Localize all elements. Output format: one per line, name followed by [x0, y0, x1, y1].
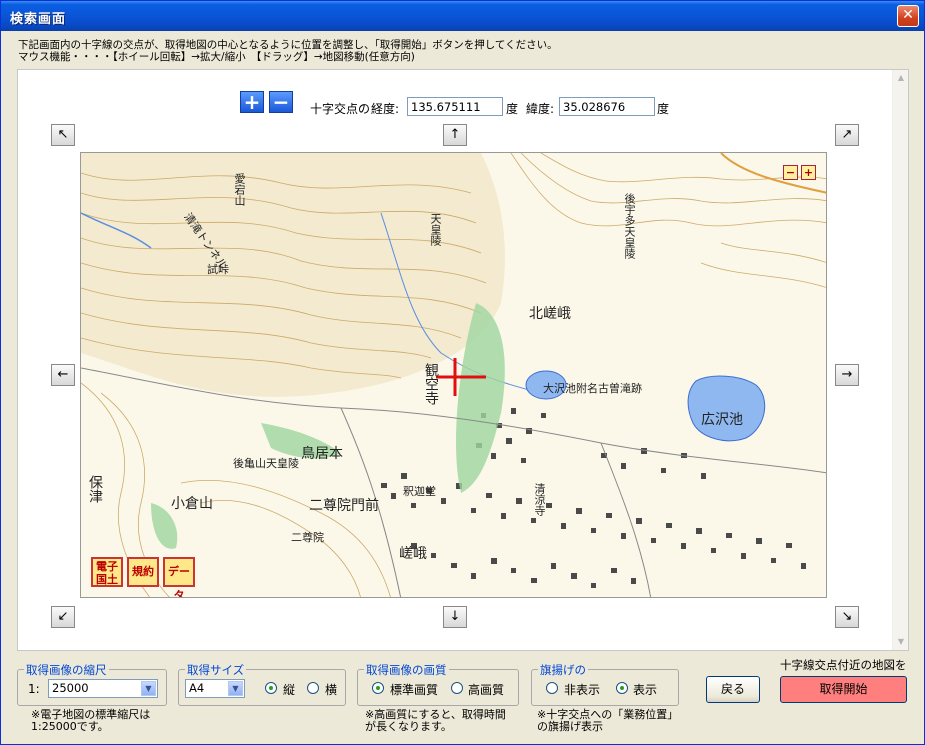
map-label: 二尊院門前 [309, 498, 379, 514]
start-caption: 十字線交点付近の地図を [780, 658, 907, 672]
map-label: 鳥居本 [301, 446, 343, 462]
chevron-down-icon[interactable]: ▼ [228, 681, 243, 696]
portrait-label: 縦 [283, 683, 296, 697]
quality-note-line-2: が長くなります。 [365, 720, 452, 733]
title-bar[interactable]: 検索画面 ✕ [1, 1, 924, 31]
map-label: 清涼寺 [533, 483, 546, 516]
map-label: 愛宕山 [233, 173, 246, 206]
scale-group: 取得画像の縮尺 1: 25000 ▼ [17, 662, 167, 706]
scroll-up-icon[interactable]: ▲ [894, 71, 908, 85]
data-badge[interactable]: データ [163, 557, 195, 597]
standard-quality-radio[interactable] [372, 682, 384, 694]
map-label: 嵯峨 [399, 546, 427, 562]
map-zoom-out-button[interactable]: − [783, 165, 798, 180]
standard-quality-label: 標準画質 [390, 683, 439, 697]
pan-north-icon[interactable]: ↑ [443, 124, 467, 146]
denshi-kokudo-badge[interactable]: 電子国土 [91, 557, 123, 587]
scale-group-title: 取得画像の縮尺 [24, 662, 109, 678]
map-label: 広沢池 [701, 412, 743, 428]
pan-northwest-icon[interactable]: ↖ [51, 124, 75, 146]
size-group: 取得サイズ A4 ▼ 縦 横 [178, 662, 346, 706]
map-label: 観空寺 [423, 363, 439, 405]
flag-group: 旗揚げの 非表示 表示 [531, 662, 679, 706]
topographic-map[interactable]: − + 電子国土 規約 データ 北嵯峨 大沢池附名古曽滝跡 広沢池 観空寺 鳥居… [80, 152, 827, 598]
pan-southwest-icon[interactable]: ↙ [51, 606, 75, 628]
map-label: 後亀山天皇陵 [233, 457, 299, 470]
landscape-radio[interactable] [307, 682, 319, 694]
pan-west-icon[interactable]: ← [51, 364, 75, 386]
size-select[interactable]: A4 ▼ [185, 679, 245, 698]
back-button[interactable]: 戻る [706, 676, 760, 703]
map-label: 保津 [87, 475, 103, 503]
portrait-radio[interactable] [265, 682, 277, 694]
longitude-field[interactable] [407, 97, 503, 116]
scale-select-value: 25000 [52, 681, 89, 695]
lat-unit: 度 [657, 102, 670, 116]
scale-note: ※電子地図の標準縮尺は 1:25000です。 [31, 709, 150, 733]
zoom-in-button[interactable]: + [240, 91, 264, 113]
quality-group: 取得画像の画質 標準画質 高画質 [357, 662, 519, 706]
map-label: 二尊院 [291, 531, 324, 544]
high-quality-radio[interactable] [451, 682, 463, 694]
chevron-down-icon[interactable]: ▼ [141, 681, 156, 696]
map-label: 北嵯峨 [529, 306, 571, 322]
flag-note: ※十字交点への「業務位置」 の旗揚げ表示 [537, 709, 678, 733]
flag-hide-label: 非表示 [564, 683, 601, 697]
flag-show-radio[interactable] [616, 682, 628, 694]
size-group-title: 取得サイズ [185, 662, 247, 678]
map-label: 釈迦堂 [403, 485, 436, 498]
map-label: 小倉山 [171, 496, 213, 512]
landscape-label: 横 [325, 683, 338, 697]
high-quality-label: 高画質 [468, 683, 505, 697]
search-window: 検索画面 ✕ 下記画面内の十字線の交点が、取得地図の中心となるように位置を調整し… [0, 0, 925, 745]
scale-note-line-2: 1:25000です。 [31, 720, 109, 733]
pan-south-icon[interactable]: ↓ [443, 606, 467, 628]
coords-label: 十字交点の [310, 102, 371, 116]
terms-badge[interactable]: 規約 [127, 557, 159, 587]
flag-note-line-2: の旗揚げ表示 [537, 720, 603, 733]
close-button[interactable]: ✕ [897, 5, 919, 27]
flag-hide-radio[interactable] [546, 682, 558, 694]
vertical-scrollbar[interactable]: ▲ ▼ [892, 70, 908, 650]
instructions: 下記画面内の十字線の交点が、取得地図の中心となるように位置を調整し、「取得開始」… [18, 39, 558, 63]
map-label: 天皇陵 [429, 213, 442, 246]
instruction-line-1: 下記画面内の十字線の交点が、取得地図の中心となるように位置を調整し、「取得開始」… [18, 39, 558, 51]
map-label: 後宇多天皇陵 [623, 193, 636, 259]
flag-show-label: 表示 [633, 683, 658, 697]
quality-note: ※高画質にすると、取得時間 が長くなります。 [365, 709, 506, 733]
lon-unit: 度 [506, 102, 519, 116]
latitude-field[interactable] [559, 97, 655, 116]
flag-group-title: 旗揚げの [538, 662, 588, 678]
window-title: 検索画面 [10, 12, 67, 27]
start-button[interactable]: 取得開始 [780, 676, 907, 703]
map-label: 大沢池附名古曽滝跡 [543, 382, 642, 395]
zoom-out-button[interactable]: − [269, 91, 293, 113]
instruction-line-2: マウス機能・・・・【ホイール回転】→拡大/縮小 【ドラッグ】→地図移動(任意方向… [18, 51, 415, 63]
pan-southeast-icon[interactable]: ↘ [835, 606, 859, 628]
pan-northeast-icon[interactable]: ↗ [835, 124, 859, 146]
pan-east-icon[interactable]: → [835, 364, 859, 386]
scale-select[interactable]: 25000 ▼ [48, 679, 158, 698]
quality-group-title: 取得画像の画質 [364, 662, 449, 678]
scale-prefix: 1: [28, 682, 40, 696]
size-select-value: A4 [189, 681, 205, 695]
scroll-down-icon[interactable]: ▼ [894, 635, 908, 649]
lat-label: 緯度: [526, 102, 555, 116]
lon-label: 経度: [371, 102, 400, 116]
map-zoom-in-button[interactable]: + [801, 165, 816, 180]
